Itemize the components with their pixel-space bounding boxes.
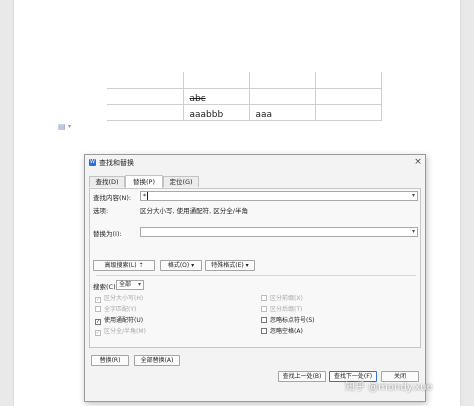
checkbox-icon <box>261 306 267 312</box>
table-cell[interactable] <box>314 87 382 105</box>
checkbox-label: 区分全/半角(M) <box>104 328 146 335</box>
checkbox-label: 区分后缀(T) <box>270 306 303 313</box>
table-cell[interactable] <box>248 87 316 105</box>
match-case-checkbox[interactable]: ✓ 区分大小写(H) <box>95 293 144 303</box>
special-format-button[interactable]: 特殊格式(E) ▾ <box>205 260 255 271</box>
table-cell[interactable] <box>182 72 250 89</box>
ignore-space-checkbox[interactable]: 忽略空格(A) <box>261 326 303 335</box>
match-suffix-checkbox[interactable]: 区分后缀(T) <box>261 304 302 313</box>
checkbox-icon: ✓ <box>95 297 101 303</box>
table-cell-aaabbb[interactable]: aaabbb <box>182 103 250 121</box>
full-half-width-checkbox[interactable]: ✓ 区分全/半角(M) <box>95 326 146 336</box>
find-replace-dialog: W 查找和替换 × 查找(D) 替换(P) 定位(G) 查找内容(N): * ▾… <box>84 154 426 402</box>
search-scope-select[interactable]: 全部 ▾ <box>116 280 144 290</box>
whole-word-checkbox[interactable]: 全字匹配(Y) <box>95 304 136 313</box>
find-input[interactable]: * ▾ <box>140 191 418 201</box>
checkbox-label: 使用通配符(U) <box>104 317 144 324</box>
table-cell[interactable] <box>107 72 184 89</box>
ignore-punctuation-checkbox[interactable]: 忽略标点符号(S) <box>261 315 315 324</box>
replace-button[interactable]: 替换(R) <box>91 355 129 366</box>
checkbox-label: 忽略标点符号(S) <box>270 317 315 324</box>
replace-input[interactable]: ▾ <box>140 227 418 237</box>
chevron-down-icon: ▾ <box>137 281 141 288</box>
replace-all-button[interactable]: 全部替换(A) <box>134 355 180 366</box>
search-label: 搜索(C) <box>93 283 116 291</box>
close-icon[interactable]: × <box>412 156 424 168</box>
replace-label: 替换为(I): <box>93 230 122 238</box>
options-value: 区分大小写, 使用通配符, 区分全/半角 <box>140 207 248 215</box>
watermark: 知乎 @mondy.xue <box>345 382 433 393</box>
advanced-search-button[interactable]: 高级搜索(L) ⇡ <box>93 260 155 271</box>
find-input-value: * <box>143 192 147 200</box>
table-row <box>107 72 382 89</box>
use-wildcards-checkbox[interactable]: ✓ 使用通配符(U) <box>95 315 144 325</box>
tab-replace[interactable]: 替换(P) <box>125 175 163 188</box>
tab-find[interactable]: 查找(D) <box>89 176 125 187</box>
checkbox-icon: ✓ <box>95 319 101 325</box>
table-row: abc <box>107 87 382 105</box>
table-cell[interactable] <box>314 103 382 121</box>
checkbox-label: 区分大小写(H) <box>104 295 144 302</box>
chevron-down-icon[interactable]: ▾ <box>412 228 415 236</box>
app-icon: W <box>89 159 96 166</box>
find-previous-button[interactable]: 查找上一处(B) <box>278 371 326 382</box>
replace-panel: 查找内容(N): * ▾ 选项: 区分大小写, 使用通配符, 区分全/半角 替换… <box>89 188 421 348</box>
checkbox-label: 全字匹配(Y) <box>104 306 137 313</box>
paragraph-handle-icon[interactable]: ▤ ▾ <box>58 122 72 132</box>
checkbox-icon <box>261 328 267 334</box>
table-cell[interactable] <box>314 72 382 89</box>
checkbox-icon: ✓ <box>95 330 101 336</box>
chevron-down-icon: ▾ <box>68 123 72 130</box>
divider <box>96 275 416 276</box>
tab-goto[interactable]: 定位(G) <box>163 176 199 187</box>
table-cell[interactable] <box>248 72 316 89</box>
match-prefix-checkbox[interactable]: 区分前缀(X) <box>261 293 303 302</box>
table-cell-aaa[interactable]: aaa <box>248 103 316 121</box>
find-label: 查找内容(N): <box>93 194 132 202</box>
table-cell-abc[interactable]: abc <box>182 87 250 105</box>
checkbox-label: 区分前缀(X) <box>270 295 303 302</box>
format-button[interactable]: 格式(O) ▾ <box>160 260 202 271</box>
options-label: 选项: <box>93 207 109 215</box>
table-cell[interactable] <box>107 103 184 121</box>
checkbox-icon <box>261 295 267 301</box>
search-scope-value: 全部 <box>119 281 132 288</box>
dialog-title: 查找和替换 <box>99 159 134 167</box>
table-row: aaabbb aaa <box>107 103 382 121</box>
checkbox-icon <box>261 317 267 323</box>
table-cell[interactable] <box>107 87 184 105</box>
checkbox-label: 忽略空格(A) <box>270 328 303 335</box>
dialog-titlebar[interactable]: W 查找和替换 × <box>85 155 425 170</box>
chevron-down-icon[interactable]: ▾ <box>412 192 415 200</box>
document-table: abc aaabbb aaa <box>107 72 382 121</box>
checkbox-icon <box>95 306 101 312</box>
